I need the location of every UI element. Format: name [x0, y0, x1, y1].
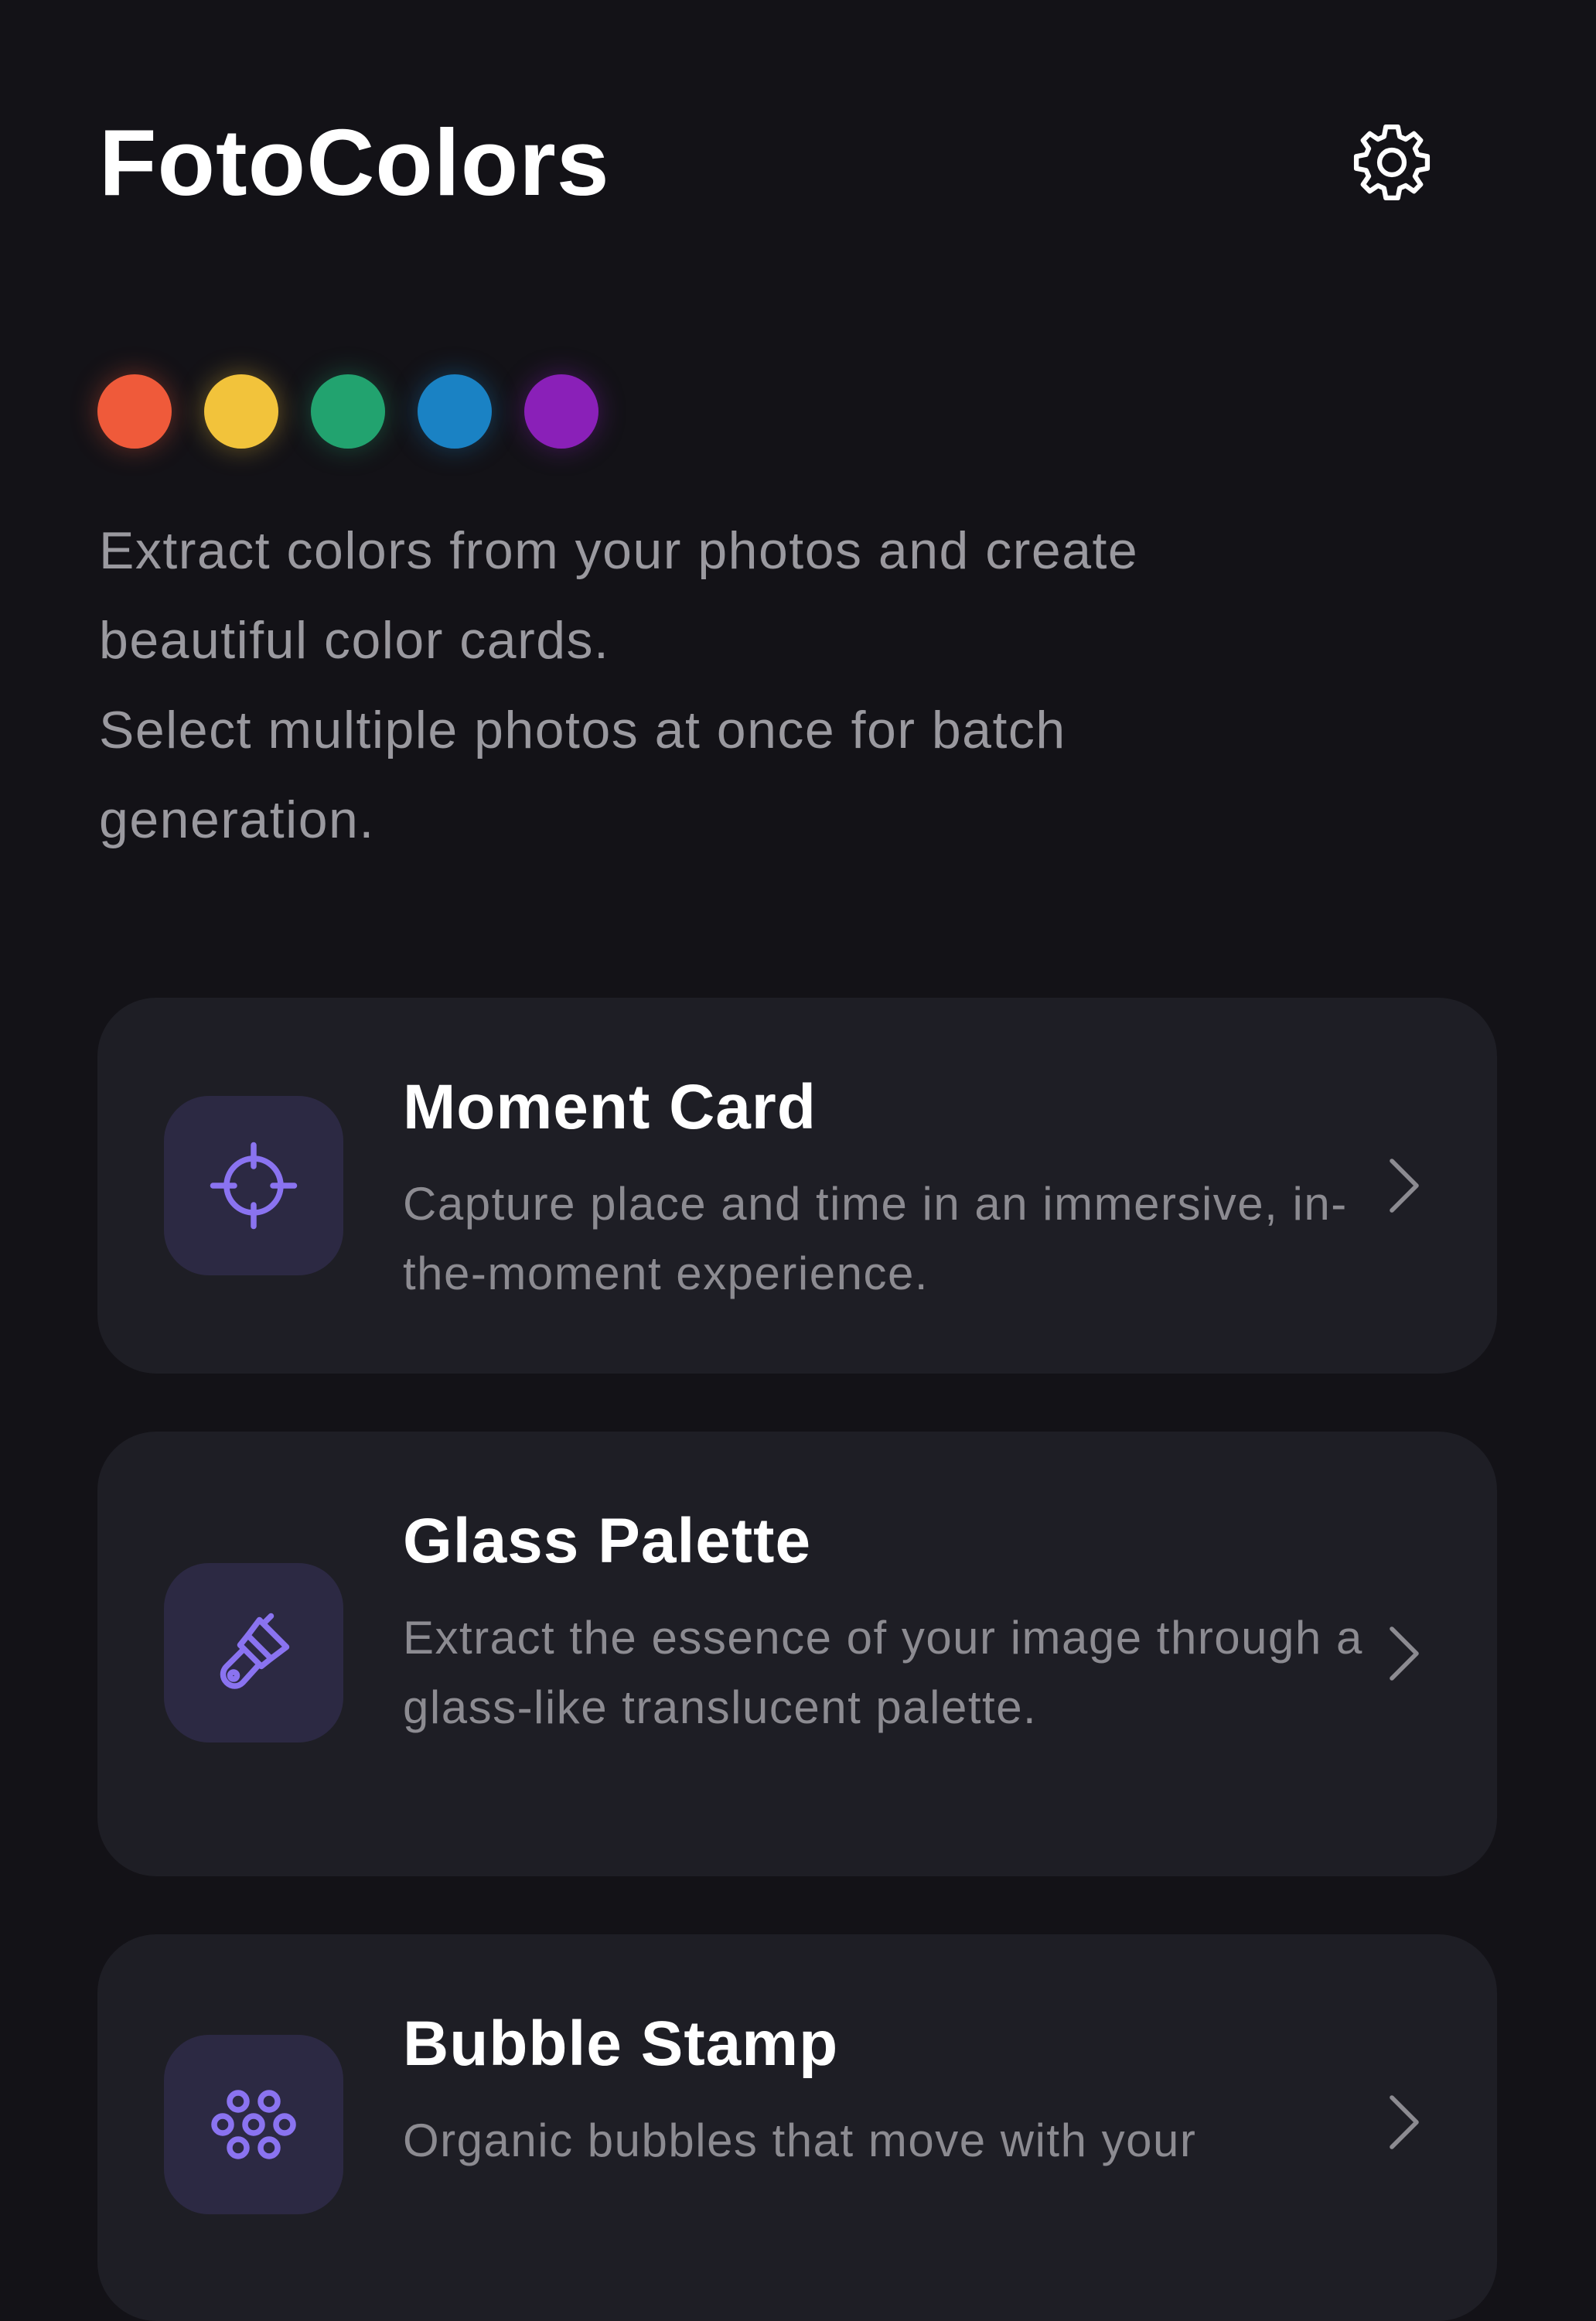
bubble-stamp-item[interactable]: Bubble Stamp Organic bubbles that move w…: [97, 1934, 1497, 2321]
color-dot-blue: [418, 374, 492, 449]
glass-palette-title: Glass Palette: [403, 1506, 812, 1576]
intro-line-1: Extract colors from your photos and crea…: [99, 521, 1139, 670]
color-dot-yellow: [204, 374, 278, 449]
color-dot-green: [311, 374, 385, 449]
bubble-stamp-description: Organic bubbles that move with your: [403, 2114, 1197, 2166]
moment-card-description: Capture place and time in an immersive, …: [403, 1178, 1348, 1299]
crosshair-icon: [210, 1142, 298, 1230]
color-dot-red: [97, 374, 172, 449]
color-dots: [97, 374, 598, 449]
color-dot-purple: [524, 374, 598, 449]
glass-palette-icon-tile: [164, 1563, 343, 1742]
app-title: FotoColors: [99, 110, 610, 215]
bubbles-icon: [211, 2090, 296, 2159]
settings-button[interactable]: [1345, 116, 1438, 209]
moment-card-icon-tile: [164, 1096, 343, 1275]
bubble-stamp-title: Bubble Stamp: [403, 2009, 839, 2079]
bubble-stamp-icon-tile: [164, 2035, 343, 2214]
glass-palette-item[interactable]: Glass Palette Extract the essence of you…: [97, 1432, 1497, 1876]
gear-icon[interactable]: [1347, 118, 1437, 207]
glass-palette-description: Extract the essence of your image throug…: [403, 1612, 1363, 1733]
intro-line-2: Select multiple photos at once for batch…: [99, 701, 1066, 849]
moment-card-item[interactable]: Moment Card Capture place and time in an…: [97, 998, 1497, 1374]
moment-card-title: Moment Card: [403, 1072, 817, 1142]
paintbrush-icon: [220, 1613, 290, 1689]
intro-text: Extract colors from your photos and crea…: [99, 506, 1336, 865]
chevron-right-icon: [1373, 1623, 1435, 1684]
chevron-right-icon: [1373, 1155, 1435, 1217]
chevron-right-icon: [1373, 2091, 1435, 2153]
